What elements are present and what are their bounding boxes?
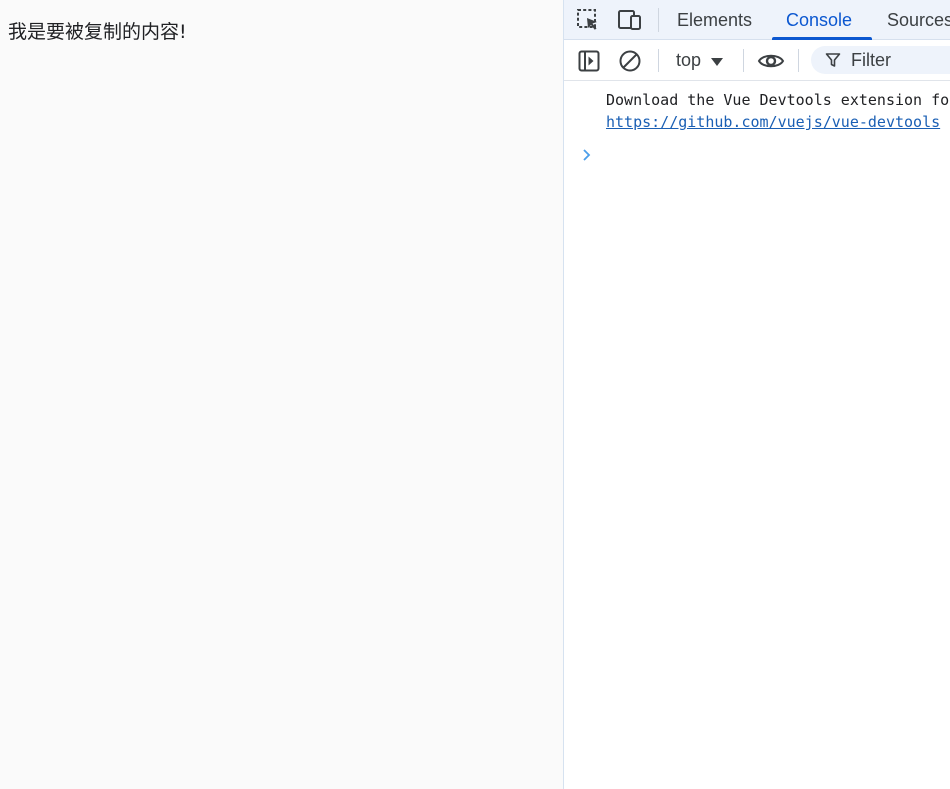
device-toolbar-icon[interactable]	[617, 8, 643, 32]
filter-input[interactable]	[851, 49, 950, 71]
tab-elements[interactable]: Elements	[677, 0, 752, 40]
tabbar-separator	[658, 8, 659, 32]
context-selector[interactable]: top	[676, 48, 724, 72]
toolbar-separator	[658, 49, 659, 72]
devtools-tabbar: Elements Console Sources	[564, 0, 950, 40]
browser-viewport: 我是要被复制的内容! Elements Console Sources top …	[0, 0, 950, 789]
console-message-link[interactable]: https://github.com/vuejs/vue-devtools	[606, 111, 950, 133]
console-message-text: Download the Vue Devtools extension for	[606, 91, 950, 109]
caret-down-icon	[711, 57, 724, 66]
devtools-panel: Elements Console Sources top Filter Down…	[563, 0, 950, 789]
tab-sources[interactable]: Sources	[887, 0, 950, 40]
toolbar-separator	[743, 49, 744, 72]
console-prompt-chevron-icon[interactable]	[580, 145, 594, 165]
console-message: Download the Vue Devtools extension for …	[606, 89, 950, 133]
copyable-text[interactable]: 我是要被复制的内容!	[8, 19, 187, 45]
toolbar-separator	[798, 49, 799, 72]
console-toolbar: top	[564, 40, 950, 81]
context-selector-label: top	[676, 49, 702, 70]
filter-box[interactable]	[811, 46, 950, 74]
live-expression-eye-icon[interactable]	[757, 49, 785, 73]
filter-funnel-icon	[825, 52, 841, 68]
clear-console-icon[interactable]	[617, 49, 643, 73]
web-page: 我是要被复制的内容!	[0, 0, 563, 789]
inspect-element-icon[interactable]	[575, 8, 601, 32]
show-sidebar-icon[interactable]	[576, 49, 602, 73]
tab-console[interactable]: Console	[786, 0, 852, 40]
